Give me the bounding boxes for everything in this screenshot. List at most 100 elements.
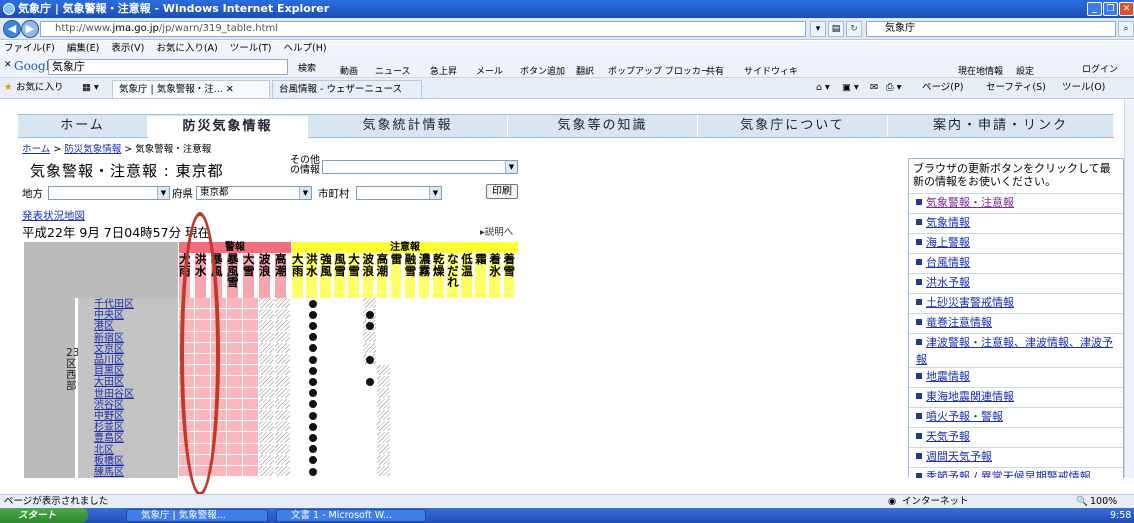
zoom-icon[interactable]: 🔍 [1076, 495, 1088, 508]
status-cell [390, 398, 405, 410]
nav-disaster-info[interactable]: 防災気象情報 [148, 116, 308, 139]
ward-link[interactable]: 千代田区 [94, 300, 134, 310]
nav-about[interactable]: 気象庁について [698, 115, 888, 137]
close-button[interactable]: ✕ [1119, 2, 1134, 16]
tools-menu[interactable]: ツール(O) [1062, 78, 1105, 98]
ward-link[interactable]: 練馬区 [94, 468, 124, 478]
zoom-level[interactable]: 100% [1090, 495, 1117, 508]
side-link[interactable]: 東海地震関連情報 [926, 390, 1014, 403]
ward-link[interactable]: 中央区 [94, 311, 124, 321]
print-button[interactable]: 印刷 [486, 184, 518, 199]
tab-grid-icon[interactable]: ▦ ▾ [82, 78, 99, 98]
ward-link[interactable]: 世田谷区 [94, 389, 134, 400]
status-cell [433, 466, 448, 478]
menu-view[interactable]: 表示(V) [111, 43, 144, 54]
tab-close-icon[interactable]: ✕ [226, 84, 234, 95]
settings-button[interactable]: 設定 [1016, 64, 1034, 77]
mail-icon[interactable]: ✉ [870, 78, 878, 98]
other-info-select[interactable]: ▼ [322, 160, 518, 174]
side-link[interactable]: 噴火予報・警報 [926, 410, 1003, 423]
ward-link[interactable]: 文京区 [94, 344, 124, 355]
minimize-button[interactable]: _ [1087, 2, 1102, 16]
side-link[interactable]: 気象情報 [926, 216, 970, 229]
crumb-parent[interactable]: 防災気象情報 [64, 144, 121, 155]
forward-icon[interactable]: ▶ [21, 20, 39, 38]
restore-button[interactable]: ❐ [1103, 2, 1118, 16]
ward-link[interactable]: 板橋区 [94, 456, 124, 467]
ward-link[interactable]: 中野区 [94, 412, 124, 422]
google-search-button[interactable]: 検索 [298, 61, 316, 74]
search-box[interactable]: 気象庁 [866, 21, 1116, 37]
google-search-input[interactable]: 気象庁 [48, 59, 288, 75]
refresh-icon[interactable]: ↻ [846, 21, 862, 37]
nav-home[interactable]: ホーム [18, 115, 148, 137]
nav-knowledge[interactable]: 気象等の知識 [508, 115, 698, 137]
mail-button[interactable]: メール [476, 64, 503, 77]
ward-link[interactable]: 港区 [94, 322, 114, 332]
region-select[interactable]: ▼ [48, 186, 170, 200]
share-button[interactable]: 共有 [706, 64, 724, 77]
vertical-scrollbar[interactable] [1124, 100, 1134, 478]
sidewiki-button[interactable]: サイドウィキ [744, 64, 798, 77]
login-button[interactable]: ログイン [1082, 62, 1118, 75]
side-link[interactable]: 竜巻注意情報 [926, 316, 992, 329]
location-button[interactable]: 現在地情報 [958, 64, 1003, 77]
tab-weathernews[interactable]: 台風情報 - ウェザーニュース [272, 80, 422, 98]
safety-menu[interactable]: セーフティ(S) [986, 78, 1046, 98]
ward-link[interactable]: 品川区 [94, 356, 124, 366]
home-icon[interactable]: ⌂ ▾ [816, 78, 830, 98]
side-link[interactable]: 天気予報 [926, 430, 970, 443]
side-link[interactable]: 地震情報 [926, 370, 970, 383]
status-cell [275, 421, 291, 433]
ward-link[interactable]: 大田区 [94, 378, 124, 388]
prefecture-select[interactable]: 東京都 ▼ [196, 186, 312, 200]
ward-link[interactable]: 杉並区 [94, 423, 124, 433]
task-ie[interactable]: 気象庁 | 気象警報... [126, 509, 268, 522]
address-bar[interactable]: http://www.jma.go.jp/jp/warn/319_table.h… [40, 21, 806, 37]
ward-link[interactable]: 北区 [94, 445, 114, 456]
menu-edit[interactable]: 編集(E) [67, 43, 99, 54]
popup-blocker-button[interactable]: ポップアップ ブロッカー [608, 64, 710, 77]
status-map-link[interactable]: 発表状況地図 [22, 208, 85, 223]
municipality-select[interactable]: ▼ [356, 186, 442, 200]
trending-button[interactable]: 急上昇 [430, 64, 457, 77]
print-icon[interactable]: ⎙ ▾ [886, 78, 901, 98]
translate-button[interactable]: 翻訳 [576, 64, 594, 77]
ward-link[interactable]: 新宿区 [94, 333, 124, 344]
crumb-home[interactable]: ホーム [22, 144, 50, 155]
menu-help[interactable]: ヘルプ(H) [284, 43, 327, 54]
task-word[interactable]: 文書 1 - Microsoft W... [276, 509, 426, 522]
menu-tools[interactable]: ツール(T) [230, 43, 272, 54]
search-icon[interactable]: ⌕ [1118, 21, 1134, 37]
explanation-link[interactable]: ▸説明へ [480, 224, 513, 238]
add-button[interactable]: ボタン追加 [520, 64, 565, 77]
feed-icon[interactable]: ▣ ▾ [842, 78, 859, 98]
ward-link[interactable]: 渋谷区 [94, 400, 124, 411]
side-link[interactable]: 洪水予報 [926, 276, 970, 289]
side-link[interactable]: 季節予報 / 異常天候早期警戒情報 [926, 470, 1091, 478]
menu-file[interactable]: ファイル(F) [4, 43, 55, 54]
nav-statistics[interactable]: 気象統計情報 [308, 115, 508, 137]
status-cell [320, 320, 335, 332]
side-link[interactable]: 週間天気予報 [926, 450, 992, 463]
page-menu[interactable]: ページ(P) [922, 78, 963, 98]
side-link[interactable]: 気象警報・注意報 [926, 196, 1014, 209]
compat-view-icon[interactable]: ▤ [828, 21, 844, 37]
nav-links[interactable]: 案内・申請・リンク [888, 115, 1114, 137]
status-cell [320, 342, 335, 354]
address-dropdown-icon[interactable]: ▾ [810, 21, 826, 37]
side-link[interactable]: 台風情報 [926, 256, 970, 269]
menu-favorites[interactable]: お気に入り(A) [156, 43, 217, 54]
side-link[interactable]: 津波警報・注意報、津波情報、津波予報 [916, 336, 1113, 366]
side-link[interactable]: 土砂災害警戒情報 [926, 296, 1014, 309]
favorites-button[interactable]: お気に入り [16, 78, 64, 98]
tab-jma[interactable]: 気象庁 | 気象警報・注... ✕ [112, 80, 270, 98]
start-button[interactable]: スタート [0, 508, 88, 523]
back-icon[interactable]: ◀ [3, 20, 21, 38]
side-link[interactable]: 海上警報 [926, 236, 970, 249]
ward-link[interactable]: 目黒区 [94, 367, 124, 377]
toolbar-close-icon[interactable]: ✕ [4, 60, 12, 70]
video-button[interactable]: 動画 [340, 64, 358, 77]
ward-link[interactable]: 豊島区 [94, 434, 124, 444]
news-button[interactable]: ニュース [375, 64, 411, 77]
